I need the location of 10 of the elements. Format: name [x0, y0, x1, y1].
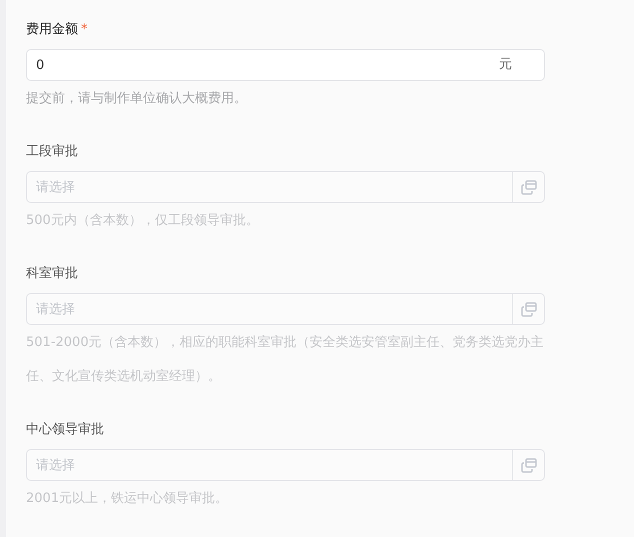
field-label: 中心领导审批 — [26, 421, 104, 439]
required-mark: * — [81, 21, 88, 39]
windows-icon — [520, 180, 536, 194]
hint-text: 提交前，请与制作单位确认大概费用。 — [26, 90, 248, 108]
field-label: 工段审批 — [26, 143, 78, 161]
field-label: 费用金额 — [26, 21, 78, 39]
windows-icon — [520, 458, 536, 472]
unit-label: 元 — [499, 57, 513, 73]
field-label: 科室审批 — [26, 265, 78, 283]
windows-icon — [520, 302, 536, 316]
